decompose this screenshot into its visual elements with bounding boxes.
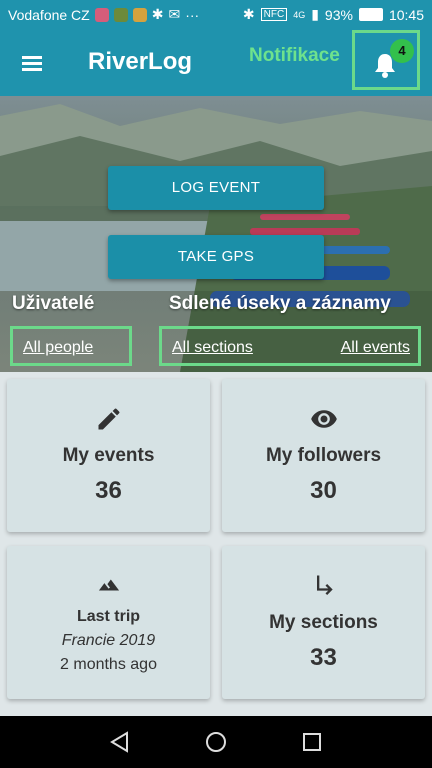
- hamburger-icon: [22, 56, 42, 59]
- app-notif-icon: [132, 7, 147, 22]
- battery-icon: [358, 8, 383, 21]
- back-icon[interactable]: [108, 730, 132, 754]
- app-notif-icon: [94, 7, 109, 22]
- status-bar: Vodafone CZ ✱ ✉ ··· ✱ NFC 4G ▮ 93% 10:45: [0, 0, 432, 30]
- card-title: Last trip: [76, 608, 141, 625]
- pencil-icon: [98, 408, 119, 430]
- notification-count-badge: 4: [390, 39, 414, 63]
- last-trip-card[interactable]: Last trip Francie 2019 2 months ago: [7, 546, 210, 699]
- all-events-link[interactable]: All events: [341, 339, 410, 357]
- carrier-label: Vodafone CZ: [8, 6, 90, 23]
- users-heading: Uživatelé: [12, 293, 95, 314]
- battery-percent: 93%: [324, 6, 353, 23]
- take-gps-button[interactable]: TAKE GPS: [108, 235, 324, 279]
- my-followers-card[interactable]: My followers 30: [222, 379, 425, 532]
- home-icon[interactable]: [204, 730, 228, 754]
- bluetooth-icon: ✱: [151, 6, 164, 22]
- all-people-highlight: All people: [10, 326, 132, 366]
- sections-events-highlight: All sections All events: [159, 326, 421, 366]
- nfc-icon: NFC: [260, 8, 288, 21]
- bluetooth-icon: ✱: [242, 6, 255, 22]
- app-bar: RiverLog Notifikace 4: [0, 30, 432, 96]
- card-title: My sections: [269, 612, 378, 633]
- app-title: RiverLog: [88, 48, 193, 75]
- more-icon: ···: [185, 6, 200, 23]
- log-event-button[interactable]: LOG EVENT: [108, 166, 324, 210]
- system-nav-bar: [0, 716, 432, 768]
- signal-icon: 4G: [293, 9, 306, 20]
- trip-name: Francie 2019: [61, 632, 156, 649]
- notifications-label: Notifikace: [249, 45, 340, 66]
- card-title: My followers: [265, 445, 382, 466]
- all-people-link[interactable]: All people: [23, 339, 93, 357]
- my-events-card[interactable]: My events 36: [7, 379, 210, 532]
- turn-arrow-icon: [316, 575, 333, 595]
- trip-time: 2 months ago: [60, 656, 157, 673]
- clock: 10:45: [388, 6, 424, 23]
- all-sections-link[interactable]: All sections: [172, 339, 253, 357]
- recents-icon[interactable]: [300, 730, 324, 754]
- eye-icon: [310, 410, 337, 428]
- menu-button[interactable]: [18, 50, 46, 76]
- my-sections-card[interactable]: My sections 33: [222, 546, 425, 699]
- card-value: 30: [310, 477, 337, 504]
- mail-icon: ✉: [168, 6, 181, 22]
- shared-heading: Sdlené úseky a záznamy: [169, 293, 391, 314]
- card-title: My events: [62, 445, 155, 466]
- notifications-button[interactable]: 4: [352, 30, 420, 90]
- signal-bars-icon: ▮: [311, 6, 319, 22]
- mountain-icon: [98, 579, 119, 591]
- card-value: 33: [310, 644, 337, 671]
- hero-background: LOG EVENT TAKE GPS Uživatelé Sdlené úsek…: [0, 96, 432, 372]
- card-value: 36: [95, 477, 122, 504]
- dashboard-grid: My events 36 My followers 30 Last trip F…: [0, 372, 432, 716]
- app-notif-icon: [113, 7, 128, 22]
